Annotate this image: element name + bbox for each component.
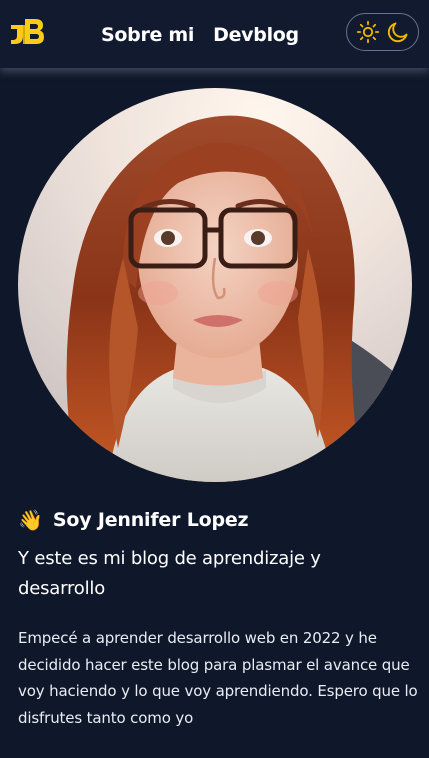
blog-subtitle: Y este es mi blog de aprendizaje y desar… [18, 548, 321, 599]
nav-link-devblog[interactable]: Devblog [213, 24, 299, 46]
jb-logo-icon [11, 19, 44, 44]
main-nav: Sobre mi Devblog [101, 20, 299, 50]
dark-mode-button[interactable] [386, 20, 410, 44]
nav-link-sobre-mi[interactable]: Sobre mi [101, 24, 194, 46]
moon-icon [387, 22, 408, 43]
greeting-text: Soy Jennifer Lopez [52, 509, 249, 531]
waving-hand-icon: 👋 [18, 508, 43, 532]
site-logo[interactable] [8, 16, 46, 46]
theme-toggle [346, 13, 419, 51]
profile-avatar [18, 88, 412, 482]
navbar: Sobre mi Devblog [0, 0, 429, 68]
blog-description: Empecé a aprender desarrollo web en 2022… [18, 629, 418, 727]
light-mode-button[interactable] [356, 20, 380, 44]
sun-icon [356, 20, 380, 44]
greeting: 👋 Soy Jennifer Lopez [18, 506, 249, 534]
profile-photo [18, 88, 412, 482]
